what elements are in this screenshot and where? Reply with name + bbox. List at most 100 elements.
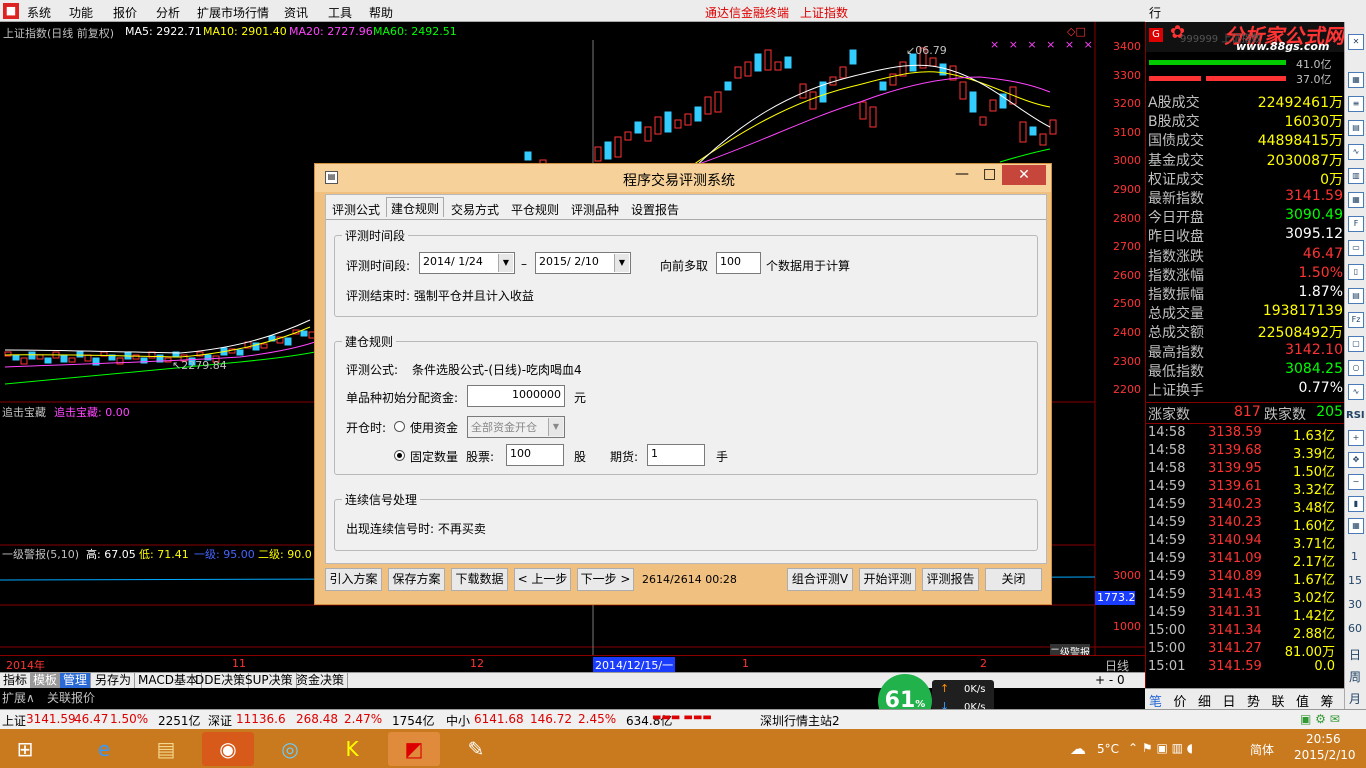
period-week[interactable]: 周 <box>1349 668 1361 685</box>
paint-app-icon[interactable]: ✎ <box>450 732 502 766</box>
k-app-icon[interactable]: K <box>326 732 378 766</box>
fixed-qty-radio[interactable] <box>394 450 405 461</box>
toolbar-bar2-icon[interactable]: ▮ <box>1348 496 1364 512</box>
toolbar-bars-icon[interactable]: ▥ <box>1348 168 1364 184</box>
right-tab[interactable]: 笔 <box>1149 691 1162 710</box>
combo-eval-button[interactable]: 组合评测V <box>787 568 853 591</box>
right-tab[interactable]: 筹 <box>1321 691 1334 710</box>
toolbar-cal-icon[interactable]: ▦ <box>1348 518 1364 534</box>
close-button[interactable]: 关闭 <box>985 568 1042 591</box>
ext-toggle[interactable]: 扩展∧ <box>2 689 35 706</box>
download-data-button[interactable]: 下载数据 <box>451 568 508 591</box>
next-step-button[interactable]: 下一步 > <box>577 568 634 591</box>
right-tab[interactable]: 价 <box>1174 691 1187 710</box>
tab-build-rules[interactable]: 建仓规则 <box>386 197 445 217</box>
menu-ext-market[interactable]: 扩展市场行情 <box>197 4 269 21</box>
tray-icons[interactable]: ⌃ ⚑ ▣ ▥ ◖ <box>1128 741 1193 755</box>
menu-help[interactable]: 帮助 <box>369 4 393 21</box>
toolbar-wave2-icon[interactable]: ∼ <box>1348 474 1364 490</box>
sidebar-close-icon[interactable]: ✕ <box>1348 34 1364 50</box>
toolbar-circle-icon[interactable]: ○ <box>1348 360 1364 376</box>
period-15[interactable]: 15 <box>1348 574 1362 587</box>
right-tab[interactable]: 值 <box>1296 691 1309 710</box>
right-tab[interactable]: 细 <box>1198 691 1211 710</box>
toolbar-line-icon[interactable]: ∿ <box>1348 144 1364 160</box>
menu-function[interactable]: 功能 <box>69 4 93 21</box>
start-eval-button[interactable]: 开始评测 <box>859 568 916 591</box>
tab-trade-mode[interactable]: 交易方式 <box>447 199 503 219</box>
import-plan-button[interactable]: 引入方案 <box>325 568 382 591</box>
right-tab[interactable]: 势 <box>1247 691 1260 710</box>
tab-sup[interactable]: SUP决策 <box>242 673 297 689</box>
toolbar-move-icon[interactable]: ✥ <box>1348 452 1364 468</box>
tab-close-rules[interactable]: 平仓规则 <box>507 199 563 219</box>
right-tab[interactable]: 日 <box>1223 691 1236 710</box>
toolbar-window-icon[interactable]: ▭ <box>1348 240 1364 256</box>
zoom-controls[interactable]: + - 0 <box>1095 673 1125 687</box>
dialog-titlebar[interactable]: ▤ 程序交易评测系统 — □ ✕ <box>315 164 1051 192</box>
tab-indicator[interactable]: 指标 <box>0 673 32 689</box>
menu-system[interactable]: 系统 <box>27 4 51 21</box>
right-tab[interactable]: 联 <box>1272 691 1285 710</box>
toolbar-fiz-icon[interactable]: Fz <box>1348 312 1364 328</box>
capital-mode-dropdown-icon[interactable]: ▼ <box>548 418 563 436</box>
server-name[interactable]: 深圳行情主站2 <box>760 712 840 729</box>
menu-quote[interactable]: 报价 <box>113 4 137 21</box>
minimize-icon[interactable]: — <box>955 166 969 182</box>
input-lang[interactable]: 简体 <box>1250 741 1274 758</box>
menu-tools[interactable]: 工具 <box>328 4 352 21</box>
explorer-icon[interactable]: ▤ <box>140 732 192 766</box>
period-1[interactable]: 1 <box>1351 550 1358 563</box>
eval-report-button[interactable]: 评测报告 <box>922 568 979 591</box>
period-day[interactable]: 日 <box>1349 646 1361 663</box>
menu-news[interactable]: 资讯 <box>284 4 308 21</box>
tab-capital[interactable]: 资金决策 <box>293 673 349 689</box>
toolbar-f10-icon[interactable]: F <box>1348 216 1364 232</box>
lookback-input[interactable]: 100 <box>716 252 761 274</box>
use-capital-radio[interactable] <box>394 421 405 432</box>
app-orange-icon[interactable]: ◉ <box>202 732 254 766</box>
start-icon[interactable]: ⊞ <box>0 732 50 766</box>
capital-input[interactable]: 1000000 <box>467 385 565 407</box>
futures-qty-input[interactable]: 1 <box>647 444 705 466</box>
toolbar-doc-icon[interactable]: ▤ <box>1348 288 1364 304</box>
tab-save-as[interactable]: 另存为 <box>92 673 136 689</box>
ie-icon[interactable]: e <box>78 732 130 766</box>
toolbar-wave-icon[interactable]: ∿ <box>1348 384 1364 400</box>
tab-formula[interactable]: 评测公式 <box>328 199 384 219</box>
tab-template[interactable]: 模板 <box>30 673 62 689</box>
maximize-icon[interactable]: □ <box>983 166 996 182</box>
toolbar-table-icon[interactable]: ▦ <box>1348 192 1364 208</box>
period-month[interactable]: 月 <box>1349 690 1361 707</box>
clock-time[interactable]: 20:56 <box>1306 732 1341 746</box>
toolbar-page-icon[interactable]: ▯ <box>1348 264 1364 280</box>
related-quotes-link[interactable]: 关联报价 <box>47 689 95 706</box>
clock-date[interactable]: 2015/2/10 <box>1294 748 1356 762</box>
toolbar-grid-icon[interactable]: ▤ <box>1348 120 1364 136</box>
quote-value: 3141.59 <box>1285 188 1343 204</box>
start-date-dropdown-icon[interactable]: ▼ <box>498 254 513 272</box>
tab-products[interactable]: 评测品种 <box>567 199 623 219</box>
tab-dde[interactable]: DDE决策 <box>192 673 250 689</box>
save-plan-button[interactable]: 保存方案 <box>388 568 445 591</box>
toolbar-chart-icon[interactable]: ▦ <box>1348 72 1364 88</box>
end-date-dropdown-icon[interactable]: ▼ <box>614 254 629 272</box>
tdx-app-icon[interactable]: ◩ <box>388 732 440 766</box>
capital-mode-select[interactable]: 全部资金开仓 ▼ <box>467 416 565 438</box>
toolbar-zoomin-icon[interactable]: + <box>1348 430 1364 446</box>
period-label[interactable]: 日线 <box>1105 657 1129 672</box>
close-icon[interactable]: ✕ <box>1002 165 1046 185</box>
toolbar-list-icon[interactable]: ≡ <box>1348 96 1364 112</box>
prev-step-button[interactable]: < 上一步 <box>514 568 571 591</box>
stock-qty-input[interactable]: 100 <box>506 444 564 466</box>
search-app-icon[interactable]: ◎ <box>264 732 316 766</box>
period-60[interactable]: 60 <box>1348 622 1362 635</box>
tab-manage[interactable]: 管理 <box>60 673 92 689</box>
tab-report-settings[interactable]: 设置报告 <box>627 199 683 219</box>
toolbar-rsi[interactable]: RSI <box>1346 410 1365 421</box>
period-30[interactable]: 30 <box>1348 598 1362 611</box>
toolbar-box-icon[interactable]: ▢ <box>1348 336 1364 352</box>
menu-analysis[interactable]: 分析 <box>156 4 180 21</box>
end-date-picker[interactable]: 2015/ 2/10 ▼ <box>535 252 631 274</box>
start-date-picker[interactable]: 2014/ 1/24 ▼ <box>419 252 515 274</box>
